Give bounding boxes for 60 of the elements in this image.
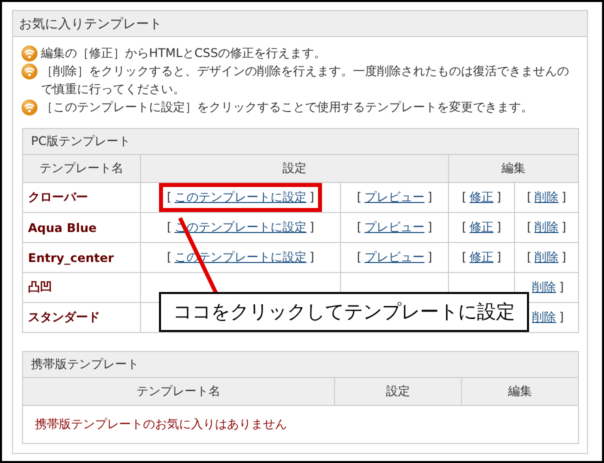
- template-link[interactable]: 削除: [532, 310, 556, 324]
- bracket-text: [: [526, 190, 532, 204]
- bracket-text: ]: [310, 220, 314, 234]
- bracket-text: [: [462, 250, 466, 264]
- bracket-text: [: [526, 220, 532, 234]
- info-icon: [21, 99, 38, 116]
- bracket-text: ]: [310, 250, 314, 264]
- template-link[interactable]: 削除: [534, 250, 559, 264]
- empty-message: 携帯版テンプレートのお気に入りはありません: [35, 417, 287, 431]
- note-text: ［このテンプレートに設定］をクリックすることで使用するテンプレートを変更できます。: [41, 99, 533, 116]
- table-caption: 携帯版テンプレート: [31, 357, 139, 371]
- template-name: Aqua Blue: [28, 220, 97, 234]
- template-link[interactable]: 修正: [470, 250, 494, 264]
- bracket-text: [: [166, 190, 172, 204]
- bracket-text: ]: [559, 280, 564, 294]
- bracket-text: [: [356, 190, 362, 204]
- table-caption: PC版テンプレート: [31, 134, 131, 148]
- template-link[interactable]: このテンプレートに設定: [174, 190, 306, 204]
- column-header: 設定: [386, 384, 410, 398]
- bracket-text: [: [462, 190, 466, 204]
- template-link[interactable]: 修正: [470, 220, 494, 234]
- bracket-text: ]: [428, 250, 432, 264]
- template-link[interactable]: 修正: [470, 190, 494, 204]
- callout: ココをクリックしてテンプレートに設定: [159, 292, 529, 332]
- template-name: クローバー: [28, 190, 88, 204]
- bracket-text: [: [462, 220, 466, 234]
- note-text: ［削除］をクリックすると、デザインの削除を行えます。一度削除されたものは復活できませんので慎重に行ってください。: [41, 63, 570, 98]
- bracket-text: [: [166, 250, 172, 264]
- bracket-text: ]: [310, 190, 314, 204]
- template-name: 凸凹: [28, 280, 52, 294]
- template-link[interactable]: 削除: [532, 280, 556, 294]
- bracket-text: ]: [428, 190, 432, 204]
- template-name: Entry_center: [28, 250, 114, 264]
- template-link[interactable]: プレビュー: [364, 250, 424, 264]
- bracket-text: ]: [562, 190, 566, 204]
- template-link[interactable]: 削除: [534, 220, 559, 234]
- bracket-text: ]: [496, 220, 502, 234]
- bracket-text: ]: [562, 220, 566, 234]
- template-link[interactable]: プレビュー: [364, 190, 424, 204]
- panel-title: お気に入りテンプレート: [19, 16, 162, 32]
- column-header: 編集: [508, 384, 532, 398]
- info-icon: [21, 45, 38, 62]
- column-header: テンプレート名: [136, 384, 220, 398]
- bracket-text: ]: [428, 220, 432, 234]
- column-header: テンプレート名: [40, 161, 124, 175]
- column-header: 設定: [282, 161, 306, 175]
- bracket-text: [: [356, 250, 362, 264]
- bracket-text: ]: [496, 190, 502, 204]
- info-icon: [21, 63, 38, 80]
- column-header: 編集: [502, 161, 526, 175]
- bracket-text: ]: [496, 250, 502, 264]
- note-text: 編集の［修正］からHTMLとCSSの修正を行えます。: [41, 45, 326, 62]
- bracket-text: ]: [559, 310, 564, 324]
- bracket-text: [: [526, 250, 532, 264]
- template-name: スタンダード: [28, 310, 100, 324]
- template-link[interactable]: プレビュー: [364, 220, 424, 234]
- template-link[interactable]: 削除: [534, 190, 559, 204]
- bracket-text: ]: [562, 250, 566, 264]
- bracket-text: [: [356, 220, 362, 234]
- bracket-text: [: [166, 220, 172, 234]
